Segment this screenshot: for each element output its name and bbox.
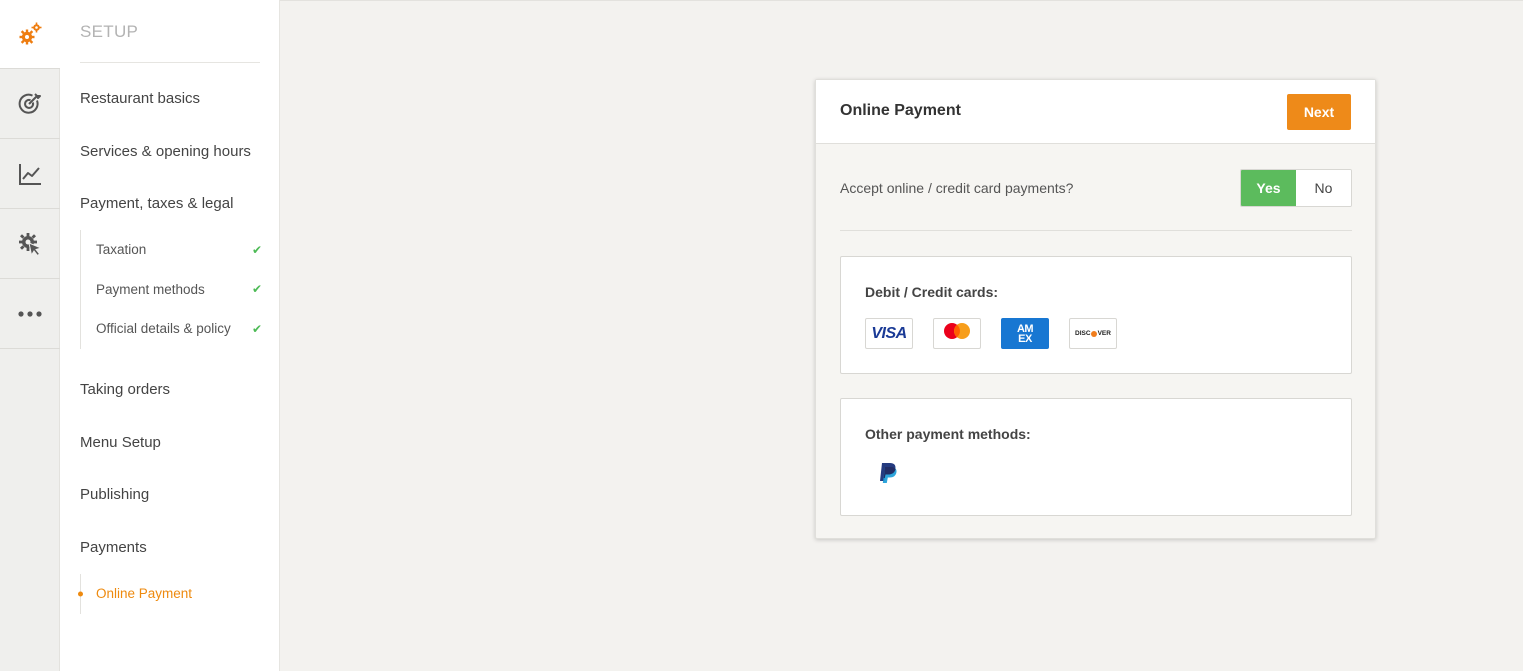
subnav-item-label: Official details & policy [96, 321, 231, 337]
amex-text-bottom: EX [1018, 332, 1032, 345]
rail-marketing[interactable] [0, 69, 60, 139]
subnav-item-official-details[interactable]: Official details & policy ✔ [81, 309, 262, 349]
paypal-icon [877, 461, 899, 490]
credit-cards-title: Debit / Credit cards: [865, 284, 999, 300]
credit-cards-box: Debit / Credit cards: VISA AM EX DISC VER [840, 256, 1352, 374]
other-methods-box: Other payment methods: [840, 398, 1352, 516]
subnav-item-label: Online Payment [96, 586, 193, 602]
visa-text: VISA [871, 324, 907, 342]
check-icon: ✔ [251, 242, 262, 257]
chart-line-icon [17, 161, 43, 187]
gears-icon [16, 20, 44, 48]
gear-cursor-icon [17, 231, 43, 257]
rail-more[interactable] [0, 279, 60, 349]
sidebar-item-menu-setup[interactable]: Menu Setup [80, 434, 161, 451]
accept-payments-question: Accept online / credit card payments? [840, 180, 1074, 196]
next-button[interactable]: Next [1287, 94, 1351, 130]
sidebar-item-restaurant-basics[interactable]: Restaurant basics [80, 90, 200, 107]
sidebar-item-publishing[interactable]: Publishing [80, 486, 149, 503]
subnav-item-label: Taxation [96, 242, 147, 258]
payments-subnav: Online Payment [78, 574, 262, 614]
rail-tools[interactable] [0, 209, 60, 279]
amex-text-top: AM [1016, 322, 1034, 335]
discover-text-a: DISC [1075, 330, 1091, 337]
sidebar-item-services-hours[interactable]: Services & opening hours [80, 143, 251, 160]
mastercard-icon [941, 321, 973, 346]
yes-button[interactable]: Yes [1241, 170, 1296, 206]
visa-logo: VISA [865, 318, 913, 349]
amex-text: AM EX [1016, 322, 1034, 345]
subnav-item-label: Payment methods [96, 281, 205, 297]
accept-payments-toggle: Yes No [1240, 169, 1352, 207]
setup-sidebar: SETUP Restaurant basics Services & openi… [60, 0, 280, 671]
sidebar-title: SETUP [80, 22, 139, 41]
amex-logo: AM EX [1001, 318, 1049, 349]
card-divider [840, 230, 1352, 231]
sidebar-item-taking-orders[interactable]: Taking orders [80, 381, 170, 398]
top-border [280, 0, 1523, 1]
discover-dot [1091, 330, 1098, 337]
target-icon [17, 91, 43, 117]
sidebar-item-payment-taxes-legal[interactable]: Payment, taxes & legal [80, 195, 233, 212]
rail-reports[interactable] [0, 139, 60, 209]
check-icon: ✔ [251, 321, 262, 336]
other-methods-title: Other payment methods: [865, 426, 1031, 442]
icon-rail [0, 0, 60, 671]
discover-text-b: VER [1097, 330, 1111, 337]
subnav-item-taxation[interactable]: Taxation ✔ [81, 230, 262, 270]
sidebar-item-payments[interactable]: Payments [80, 539, 147, 556]
sidebar-divider [80, 62, 260, 63]
discover-logo: DISC VER [1069, 318, 1117, 349]
rail-setup[interactable] [0, 0, 60, 69]
subnav-item-payment-methods[interactable]: Payment methods ✔ [81, 270, 262, 310]
card-header: Online Payment Next [816, 80, 1375, 144]
active-indicator-dot [78, 591, 83, 597]
discover-text: DISC VER [1075, 330, 1111, 337]
payment-taxes-legal-subnav: Taxation ✔ Payment methods ✔ Official de… [80, 230, 262, 349]
no-button[interactable]: No [1296, 170, 1351, 206]
mastercard-logo [933, 318, 981, 349]
more-dots-icon [17, 310, 43, 318]
card-title: Online Payment [840, 102, 961, 119]
check-icon: ✔ [251, 282, 262, 297]
online-payment-card: Online Payment Next Accept online / cred… [815, 79, 1376, 539]
subnav-item-online-payment[interactable]: Online Payment [78, 574, 262, 614]
